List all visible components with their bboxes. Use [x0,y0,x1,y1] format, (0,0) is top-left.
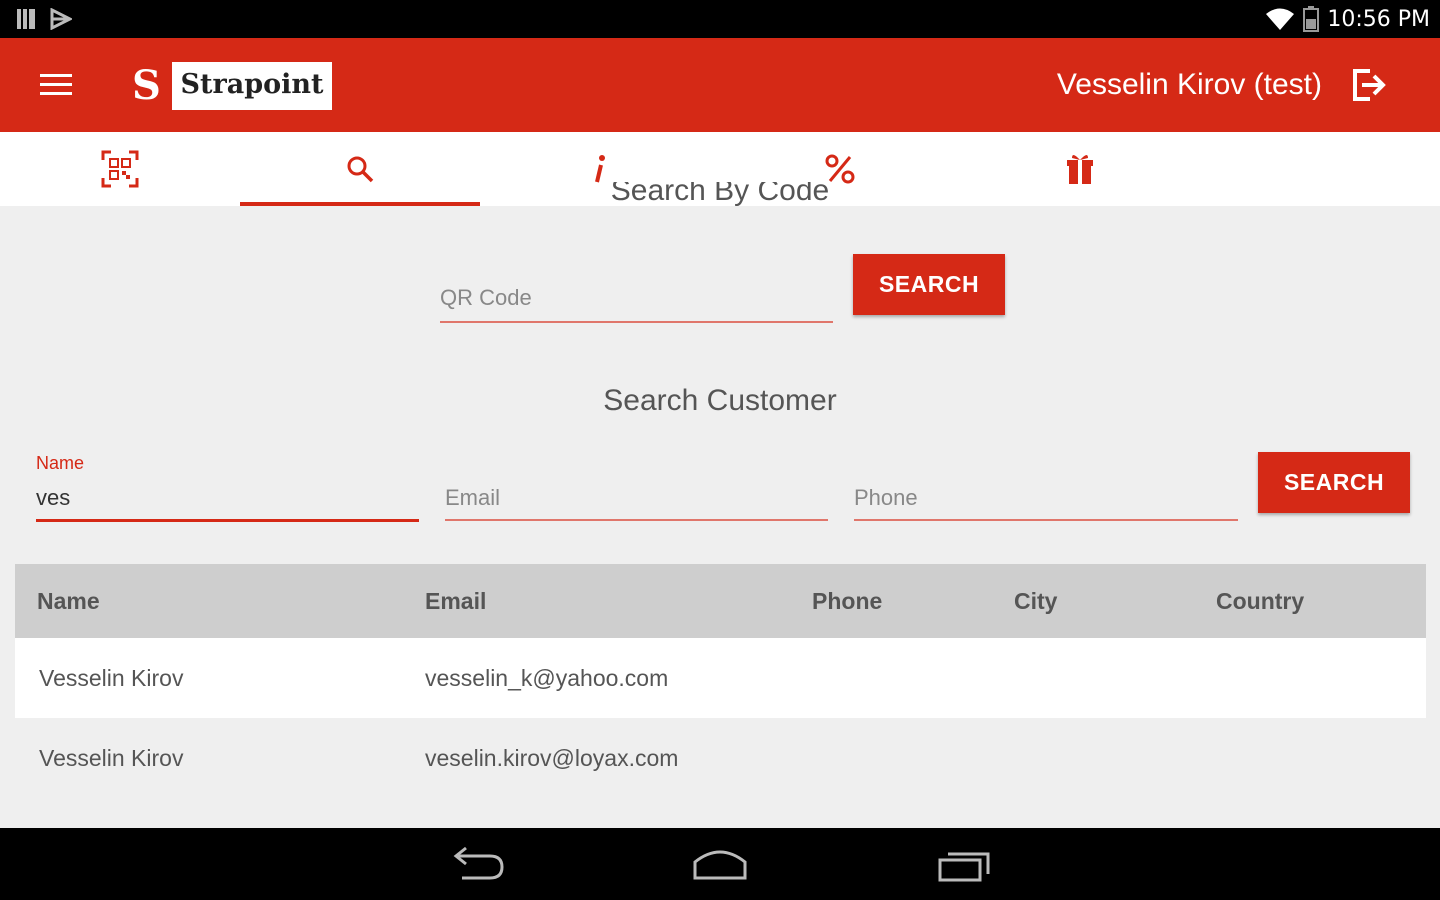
search-code-button[interactable]: SEARCH [853,254,1005,315]
phone-field[interactable] [854,485,1238,521]
clock: 10:56 PM [1327,6,1430,32]
search-customer-button[interactable]: SEARCH [1258,452,1410,513]
menu-icon[interactable] [40,74,72,98]
column-header-email: Email [425,588,487,614]
play-store-notification-icon [50,8,72,30]
gift-icon [1067,154,1093,184]
logo-letter: S [132,62,161,109]
table-row[interactable]: Vesselin Kirov vesselin_k@yahoo.com [15,638,1426,718]
cell-email: vesselin_k@yahoo.com [425,665,669,691]
email-field[interactable] [445,485,828,521]
cell-name: Vesselin Kirov [39,745,184,771]
logout-icon[interactable] [1350,68,1388,102]
name-input[interactable] [36,485,419,511]
search-icon [347,156,374,183]
info-icon [595,155,605,183]
home-icon[interactable] [685,842,755,886]
percent-icon [825,154,855,184]
brand-logo: Strapoint [172,62,332,110]
battery-icon [1303,6,1320,32]
name-field[interactable] [36,485,419,522]
search-customer-title: Search Customer [603,384,837,417]
back-icon[interactable] [444,842,514,886]
column-header-country: Country [1216,588,1305,614]
results-table-header: Name Email Phone City Country [15,564,1426,638]
recent-apps-icon[interactable] [930,842,1000,886]
name-field-label: Name [36,453,85,473]
column-header-name: Name [37,588,100,614]
sim-icon [17,9,35,29]
app-bar: S Strapoint Vesselin Kirov (test) [0,38,1440,132]
cell-email: veselin.kirov@loyax.com [425,745,679,771]
cell-name: Vesselin Kirov [39,665,184,691]
wifi-icon [1266,8,1295,30]
column-header-phone: Phone [812,588,883,614]
phone-input[interactable] [854,485,1238,511]
column-header-city: City [1014,588,1058,614]
system-nav-bar [0,828,1440,900]
qr-code-input[interactable] [440,285,833,311]
table-row[interactable]: Vesselin Kirov veselin.kirov@loyax.com [15,718,1426,798]
status-bar: 10:56 PM [0,0,1440,38]
email-input[interactable] [445,485,828,511]
qr-code-field[interactable] [440,285,833,323]
search-by-code-title: Search By Code [610,182,830,206]
user-name: Vesselin Kirov (test) [1056,68,1322,101]
